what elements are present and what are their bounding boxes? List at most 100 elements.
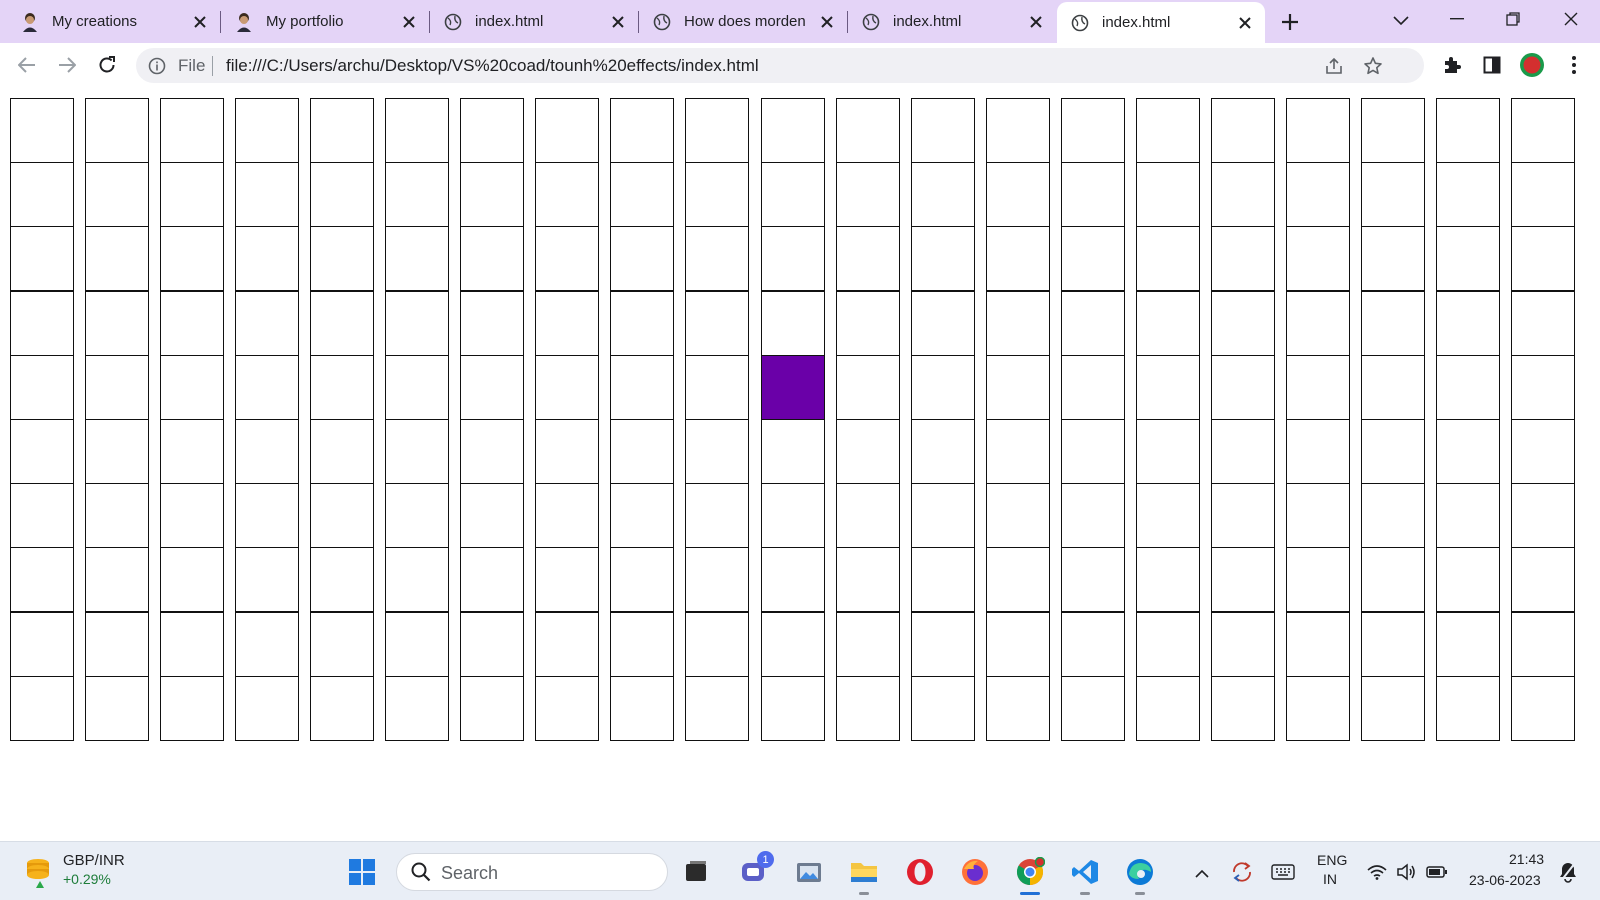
grid-cell[interactable] — [385, 483, 449, 548]
grid-cell[interactable] — [310, 355, 374, 420]
grid-cell[interactable] — [10, 419, 74, 484]
grid-cell[interactable] — [85, 226, 149, 291]
grid-cell[interactable] — [911, 547, 975, 612]
grid-cell[interactable] — [1211, 355, 1275, 420]
grid-cell[interactable] — [235, 612, 299, 677]
grid-cell[interactable] — [685, 547, 749, 612]
grid-cell[interactable] — [1511, 226, 1575, 291]
grid-cell[interactable] — [1361, 419, 1425, 484]
grid-cell[interactable] — [911, 162, 975, 227]
grid-cell[interactable] — [761, 547, 825, 612]
grid-cell[interactable] — [385, 355, 449, 420]
grid-cell[interactable] — [10, 612, 74, 677]
grid-cell[interactable] — [610, 162, 674, 227]
grid-cell-highlighted[interactable] — [761, 355, 825, 420]
firefox-icon[interactable] — [957, 854, 993, 890]
grid-cell[interactable] — [235, 291, 299, 356]
grid-cell[interactable] — [85, 676, 149, 741]
grid-cell[interactable] — [911, 355, 975, 420]
sync-icon[interactable] — [1227, 857, 1257, 887]
grid-cell[interactable] — [986, 612, 1050, 677]
grid-cell[interactable] — [911, 226, 975, 291]
chevron-up-icon[interactable] — [1188, 859, 1216, 887]
star-icon[interactable] — [1362, 55, 1384, 77]
side-panel-button[interactable] — [1474, 47, 1510, 83]
grid-cell[interactable] — [1361, 483, 1425, 548]
grid-cell[interactable] — [235, 676, 299, 741]
grid-cell[interactable] — [1211, 419, 1275, 484]
grid-cell[interactable] — [761, 291, 825, 356]
grid-cell[interactable] — [460, 98, 524, 163]
wifi-icon[interactable] — [1364, 859, 1390, 885]
file-explorer-icon[interactable] — [846, 854, 882, 890]
grid-cell[interactable] — [986, 483, 1050, 548]
grid-cell[interactable] — [1211, 226, 1275, 291]
taskbar-search[interactable]: Search — [396, 853, 668, 891]
grid-cell[interactable] — [1361, 676, 1425, 741]
grid-cell[interactable] — [1361, 226, 1425, 291]
notification-bell-icon[interactable] — [1554, 857, 1582, 887]
grid-cell[interactable] — [1361, 612, 1425, 677]
grid-cell[interactable] — [535, 547, 599, 612]
grid-cell[interactable] — [761, 612, 825, 677]
grid-cell[interactable] — [1511, 98, 1575, 163]
grid-cell[interactable] — [1211, 98, 1275, 163]
close-tab-icon[interactable] — [610, 14, 626, 30]
grid-cell[interactable] — [610, 291, 674, 356]
tab-index-html[interactable]: index.html — [848, 0, 1056, 43]
grid-cell[interactable] — [836, 162, 900, 227]
grid-cell[interactable] — [836, 226, 900, 291]
grid-cell[interactable] — [1286, 162, 1350, 227]
minimize-button[interactable] — [1440, 4, 1474, 34]
grid-cell[interactable] — [610, 419, 674, 484]
grid-cell[interactable] — [535, 162, 599, 227]
grid-cell[interactable] — [385, 98, 449, 163]
grid-cell[interactable] — [160, 355, 224, 420]
grid-cell[interactable] — [535, 483, 599, 548]
grid-cell[interactable] — [535, 226, 599, 291]
grid-cell[interactable] — [1436, 226, 1500, 291]
grid-cell[interactable] — [836, 612, 900, 677]
close-tab-icon[interactable] — [192, 14, 208, 30]
grid-cell[interactable] — [1286, 291, 1350, 356]
grid-cell[interactable] — [1511, 419, 1575, 484]
grid-cell[interactable] — [460, 547, 524, 612]
grid-cell[interactable] — [610, 676, 674, 741]
grid-cell[interactable] — [610, 483, 674, 548]
grid-cell[interactable] — [1286, 98, 1350, 163]
grid-cell[interactable] — [685, 483, 749, 548]
grid-cell[interactable] — [1211, 483, 1275, 548]
grid-cell[interactable] — [1286, 612, 1350, 677]
grid-cell[interactable] — [385, 676, 449, 741]
grid-cell[interactable] — [836, 291, 900, 356]
grid-cell[interactable] — [535, 612, 599, 677]
grid-cell[interactable] — [1136, 162, 1200, 227]
grid-cell[interactable] — [1436, 162, 1500, 227]
grid-cell[interactable] — [310, 162, 374, 227]
grid-cell[interactable] — [85, 547, 149, 612]
grid-cell[interactable] — [986, 98, 1050, 163]
gallery-icon[interactable] — [791, 854, 827, 890]
grid-cell[interactable] — [385, 419, 449, 484]
grid-cell[interactable] — [685, 355, 749, 420]
grid-cell[interactable] — [1211, 291, 1275, 356]
grid-cell[interactable] — [160, 483, 224, 548]
grid-cell[interactable] — [911, 419, 975, 484]
grid-cell[interactable] — [460, 291, 524, 356]
keyboard-icon[interactable] — [1268, 857, 1298, 887]
grid-cell[interactable] — [986, 162, 1050, 227]
grid-cell[interactable] — [235, 419, 299, 484]
grid-cell[interactable] — [1286, 419, 1350, 484]
close-tab-icon[interactable] — [1028, 14, 1044, 30]
grid-cell[interactable] — [1061, 226, 1125, 291]
grid-cell[interactable] — [10, 355, 74, 420]
grid-cell[interactable] — [1286, 483, 1350, 548]
grid-cell[interactable] — [10, 98, 74, 163]
grid-cell[interactable] — [1286, 547, 1350, 612]
grid-cell[interactable] — [85, 419, 149, 484]
address-bar[interactable]: File file:///C:/Users/archu/Desktop/VS%2… — [136, 48, 1424, 83]
grid-cell[interactable] — [685, 676, 749, 741]
grid-cell[interactable] — [1136, 291, 1200, 356]
grid-cell[interactable] — [85, 162, 149, 227]
url-text[interactable]: file:///C:/Users/archu/Desktop/VS%20coad… — [226, 56, 759, 76]
